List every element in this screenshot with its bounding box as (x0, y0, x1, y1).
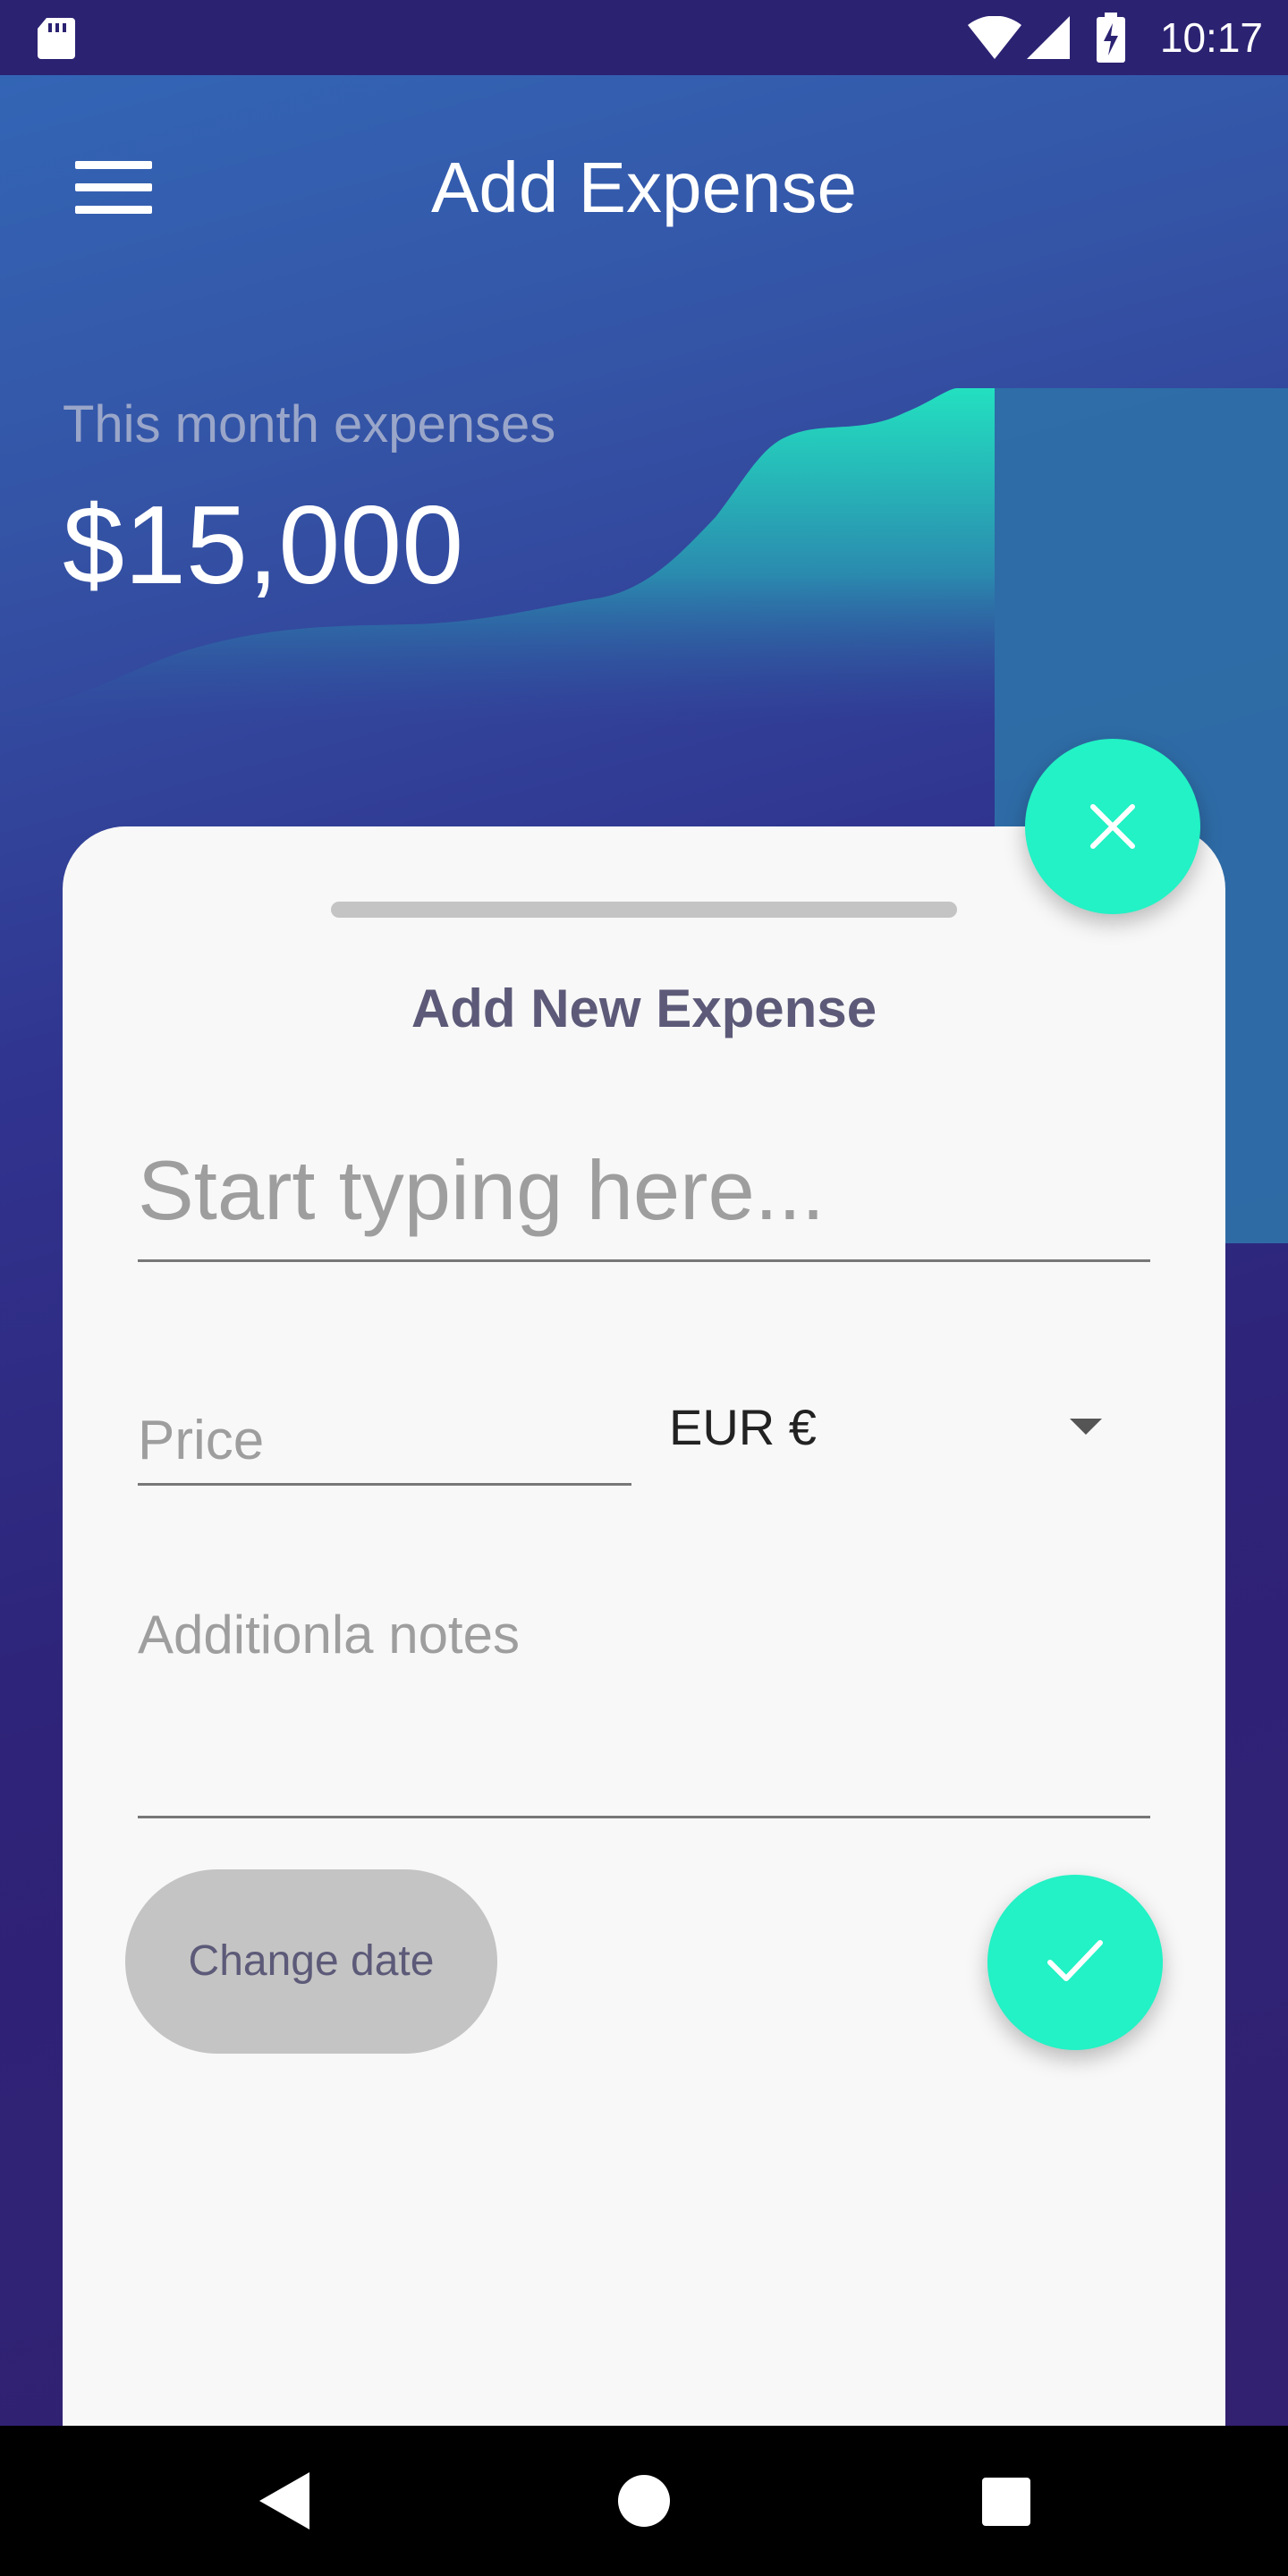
currency-selected-value: EUR € (669, 1399, 817, 1455)
price-underline (138, 1483, 631, 1486)
notes-underline (138, 1816, 1150, 1818)
close-button[interactable] (1025, 739, 1200, 914)
back-icon[interactable] (259, 2472, 309, 2529)
close-icon (1090, 804, 1135, 849)
currency-dropdown[interactable]: EUR € (669, 1395, 1116, 1467)
dropdown-arrow-icon (1070, 1419, 1102, 1435)
check-icon (1047, 1940, 1103, 1981)
monthly-expenses-amount: $15,000 (63, 484, 464, 607)
change-date-button[interactable]: Change date (125, 1869, 497, 2054)
price-input[interactable] (138, 1404, 621, 1476)
monthly-expenses-label: This month expenses (63, 395, 556, 453)
wifi-icon (968, 16, 1021, 59)
confirm-button[interactable] (987, 1875, 1163, 2050)
battery-charging-icon (1097, 13, 1125, 63)
page-title: Add Expense (431, 148, 857, 227)
cell-signal-icon (1027, 16, 1070, 59)
recents-icon[interactable] (982, 2478, 1030, 2526)
status-bar: 10:17 (0, 0, 1288, 75)
system-navigation-bar (0, 2426, 1288, 2576)
home-icon[interactable] (617, 2474, 671, 2528)
sheet-title: Add New Expense (411, 979, 877, 1038)
expense-name-underline (138, 1259, 1150, 1262)
notes-input[interactable] (138, 1601, 1148, 1780)
sheet-drag-handle[interactable] (331, 902, 957, 918)
status-time: 10:17 (1159, 14, 1263, 61)
sd-card-icon (38, 18, 75, 59)
expense-name-input[interactable] (138, 1141, 1148, 1240)
